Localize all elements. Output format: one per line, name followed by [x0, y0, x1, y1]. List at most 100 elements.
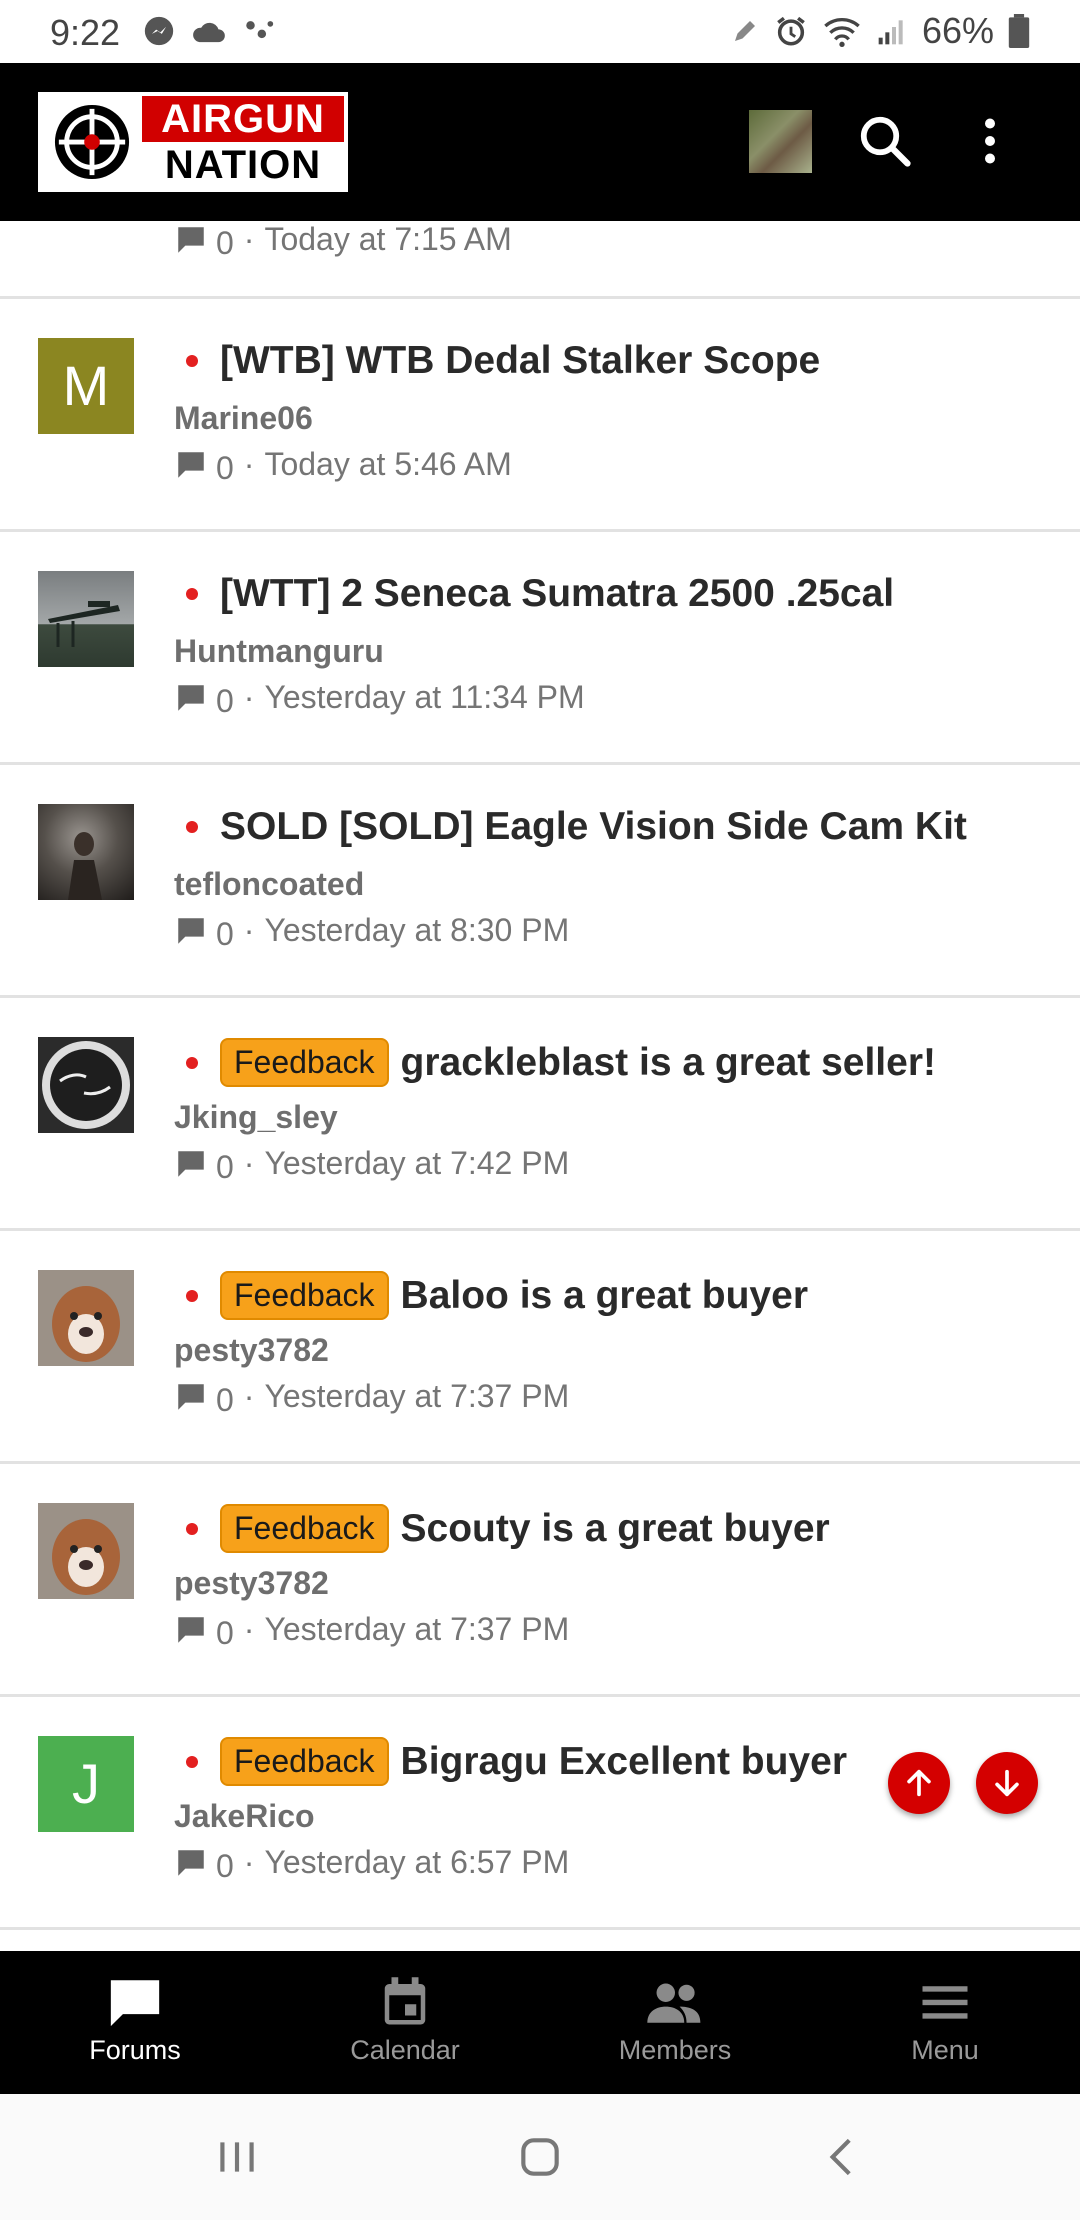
- scroll-top-button[interactable]: [888, 1752, 950, 1814]
- prefix-badge[interactable]: Feedback: [220, 1271, 389, 1320]
- avatar[interactable]: [38, 571, 134, 667]
- wifi-icon: [824, 18, 860, 47]
- thread-row-partial[interactable]: 0 · Today at 7:15 AM: [0, 221, 1080, 299]
- reply-count: 0: [216, 1848, 234, 1884]
- unread-dot: [186, 1522, 198, 1535]
- reply-count: 0: [216, 683, 234, 719]
- recent-apps-icon: [220, 2142, 254, 2172]
- user-avatar[interactable]: [749, 110, 812, 173]
- nav-members[interactable]: Members: [540, 1951, 810, 2094]
- thread-title[interactable]: Scouty is a great buyer: [401, 1507, 830, 1551]
- reply-count: 0: [216, 450, 234, 486]
- thread-author[interactable]: pesty3782: [174, 1332, 329, 1369]
- site-logo[interactable]: AIRGUN NATION: [38, 92, 348, 192]
- app-bar: AIRGUN NATION: [0, 63, 1080, 221]
- comment-icon: [178, 1383, 204, 1410]
- thread-title[interactable]: SOLD [SOLD] Eagle Vision Side Cam Kit: [220, 805, 967, 849]
- comment-icon: [178, 917, 204, 944]
- avatar[interactable]: [38, 1270, 134, 1366]
- alarm-icon: [777, 16, 805, 46]
- unread-dot: [186, 588, 198, 600]
- back-icon: [829, 2138, 851, 2176]
- thread-author[interactable]: Marine06: [174, 400, 313, 437]
- thread-title[interactable]: Baloo is a great buyer: [401, 1274, 808, 1318]
- comment-icon: [178, 226, 204, 253]
- cloud-icon: [193, 22, 225, 43]
- thread-title[interactable]: Bigragu Excellent buyer: [401, 1740, 847, 1784]
- search-icon: [860, 116, 911, 167]
- nav-calendar[interactable]: Calendar: [270, 1951, 540, 2094]
- comment-icon: [178, 451, 204, 478]
- unread-dot: [186, 1755, 198, 1768]
- reply-count: 0: [216, 1149, 234, 1185]
- thread-title[interactable]: [WTT] 2 Seneca Sumatra 2500 .25cal: [220, 572, 894, 616]
- pen-icon: [734, 21, 755, 41]
- logo-text-top: AIRGUN: [142, 96, 344, 142]
- comment-icon: [178, 1849, 204, 1876]
- search-button[interactable]: [855, 111, 915, 171]
- prefix-badge[interactable]: Feedback: [220, 1737, 389, 1786]
- nav-label: Menu: [911, 2035, 979, 2065]
- status-time: 9:22: [50, 12, 121, 53]
- nav-menu[interactable]: Menu: [810, 1951, 1080, 2094]
- avatar[interactable]: [38, 1503, 134, 1599]
- system-nav-bar: [0, 2094, 1080, 2220]
- unread-dot: [186, 1289, 198, 1302]
- avatar[interactable]: J: [38, 1736, 134, 1832]
- thread-author[interactable]: Huntmanguru: [174, 633, 384, 670]
- messenger-icon: [144, 16, 174, 46]
- nav-label: Calendar: [350, 2035, 460, 2065]
- reply-count: 0: [216, 1615, 234, 1651]
- recent-apps-button[interactable]: [212, 2132, 262, 2182]
- thread-author[interactable]: JakeRico: [174, 1798, 315, 1835]
- avatar[interactable]: M: [38, 338, 134, 434]
- unread-dot: [186, 821, 198, 833]
- forums-icon: [110, 1980, 160, 2027]
- thread-title[interactable]: grackleblast is a great seller!: [401, 1041, 936, 1085]
- thread-time: Yesterday at 8:30 PM: [264, 912, 570, 948]
- status-bar: 9:22 66%: [0, 0, 1080, 63]
- unread-dot: [186, 355, 198, 367]
- comment-icon: [178, 684, 204, 711]
- more-options-button[interactable]: [960, 111, 1020, 171]
- prefix-badge[interactable]: Feedback: [220, 1038, 389, 1087]
- thread-row[interactable]: Feedback grackleblast is a great seller!…: [0, 998, 1080, 1231]
- thread-title[interactable]: [WTB] WTB Dedal Stalker Scope: [220, 339, 820, 383]
- thread-row[interactable]: Feedback Baloo is a great buyer pesty378…: [0, 1231, 1080, 1464]
- back-button[interactable]: [818, 2132, 868, 2182]
- logo-text-bottom: NATION: [142, 142, 344, 188]
- thread-author[interactable]: tefloncoated: [174, 866, 364, 903]
- thread-row[interactable]: SOLD [SOLD] Eagle Vision Side Cam Kit te…: [0, 765, 1080, 998]
- nav-label: Forums: [89, 2035, 181, 2065]
- avatar[interactable]: [38, 804, 134, 900]
- thread-row[interactable]: M [WTB] WTB Dedal Stalker Scope Marine06…: [0, 299, 1080, 532]
- battery-percent: 66%: [921, 10, 994, 51]
- avatar[interactable]: [38, 1037, 134, 1133]
- dots-icon: [246, 21, 274, 39]
- prefix-badge[interactable]: Feedback: [220, 1504, 389, 1553]
- scroll-bottom-button[interactable]: [976, 1752, 1038, 1814]
- comment-icon: [178, 1616, 204, 1643]
- comment-icon: [178, 1150, 204, 1177]
- bottom-nav: Forums Calendar Members Menu: [0, 1951, 1080, 2094]
- signal-icon: [878, 20, 903, 45]
- calendar-icon: [384, 1977, 426, 2025]
- nav-forums[interactable]: Forums: [0, 1951, 270, 2094]
- battery-icon: [1008, 14, 1030, 48]
- thread-author[interactable]: pesty3782: [174, 1565, 329, 1602]
- thread-list: 0 · Today at 7:15 AM M [WTB] WTB Dedal S…: [0, 221, 1080, 1930]
- home-icon: [521, 2138, 559, 2176]
- nav-label: Members: [618, 2035, 732, 2065]
- thread-time: Today at 7:15 AM: [264, 221, 512, 257]
- reply-count: 0: [216, 916, 234, 952]
- more-vert-icon: [985, 118, 995, 164]
- arrow-down-icon: [995, 1769, 1019, 1797]
- thread-time: Yesterday at 7:37 PM: [264, 1378, 570, 1414]
- thread-time: Today at 5:46 AM: [264, 446, 512, 482]
- crosshair-logo-icon: [42, 96, 142, 188]
- thread-row[interactable]: [WTT] 2 Seneca Sumatra 2500 .25cal Huntm…: [0, 532, 1080, 765]
- home-button[interactable]: [515, 2132, 565, 2182]
- thread-row[interactable]: Feedback Scouty is a great buyer pesty37…: [0, 1464, 1080, 1697]
- thread-time: Yesterday at 7:37 PM: [264, 1611, 570, 1647]
- thread-author[interactable]: Jking_sley: [174, 1099, 338, 1136]
